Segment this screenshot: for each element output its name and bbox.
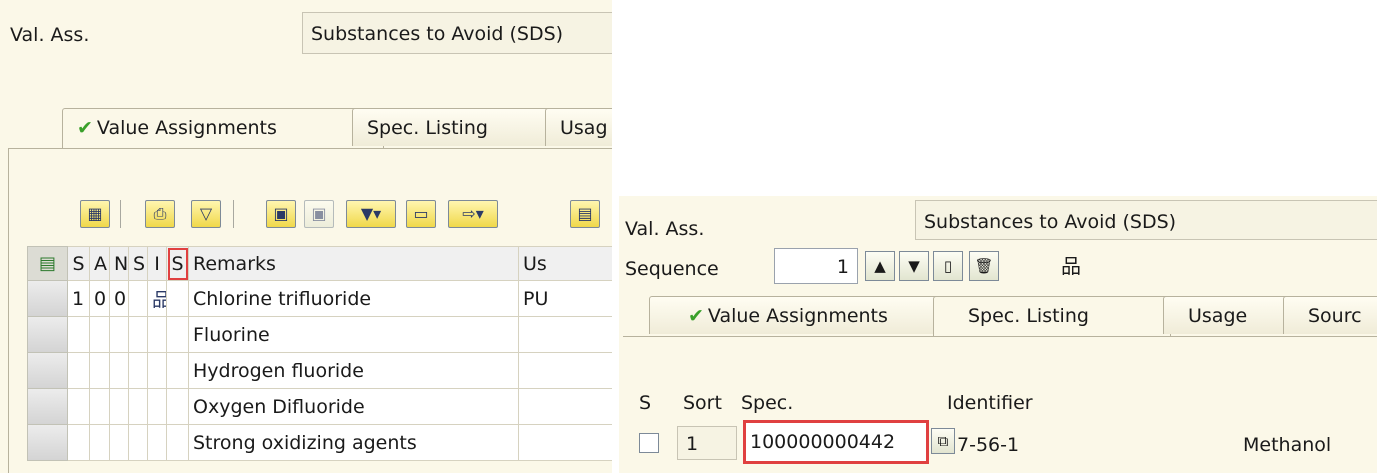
sequence-label: Sequence xyxy=(625,258,719,280)
left-panel: Val. Ass. Substances to Avoid (SDS) ✔ Val… xyxy=(0,0,612,473)
tab-source[interactable]: Sourc xyxy=(1283,296,1377,334)
row-selector[interactable] xyxy=(27,280,68,317)
new-entry-icon[interactable]: ▯ xyxy=(933,251,963,281)
layout-icon[interactable]: ▤ xyxy=(570,200,600,228)
col-s[interactable]: S xyxy=(67,246,90,281)
identifier-value: 7-56-1 xyxy=(957,434,1020,456)
col-a[interactable]: A xyxy=(89,246,110,281)
tab-value-assignments[interactable]: ✔ Value Assignments xyxy=(649,296,949,334)
arrow-up-icon[interactable]: ▲ xyxy=(865,251,895,281)
remarks-table: ▤ S A N S I S Remarks Us 1 0 0 品 Chlorin… xyxy=(27,246,612,461)
header-s: S xyxy=(639,392,652,414)
col-usage[interactable]: Us xyxy=(518,246,612,281)
val-ass-label: Val. Ass. xyxy=(10,24,90,46)
select-all-icon[interactable]: ▤ xyxy=(27,246,68,281)
spec-field[interactable]: 100000000442 xyxy=(743,420,929,464)
cell-remark: Chlorine trifluoride xyxy=(188,280,519,317)
cell-usage: PU xyxy=(518,280,612,317)
table-row: Strong oxidizing agents xyxy=(27,424,612,461)
filter-funnel-icon[interactable]: ▽ xyxy=(191,200,221,228)
export-icon[interactable]: ⇨▾ xyxy=(448,200,498,228)
print-icon[interactable]: ⎙ xyxy=(145,200,175,228)
row-selector[interactable] xyxy=(27,352,68,389)
tab-strip: ✔ Value Assignments Spec. Listing Usag xyxy=(40,108,612,148)
name-value: Methanol xyxy=(1243,434,1332,456)
row-selector[interactable] xyxy=(27,316,68,353)
checkmark-icon: ✔ xyxy=(77,117,93,139)
col-i[interactable]: I xyxy=(147,246,167,281)
select-checkbox[interactable] xyxy=(639,433,659,453)
row-selector[interactable] xyxy=(27,424,68,461)
header-identifier: Identifier xyxy=(947,392,1033,414)
cell-n: 0 xyxy=(109,280,129,317)
details-icon[interactable]: ▦ xyxy=(80,200,110,228)
find-next-icon[interactable]: ▣ xyxy=(304,200,334,228)
tab-strip: ✔ Value Assignments Spec. Listing Usage S… xyxy=(649,296,1377,336)
header-sort: Sort xyxy=(683,392,722,414)
table-row: Hydrogen fluoride xyxy=(27,352,612,389)
table-header: ▤ S A N S I S Remarks Us xyxy=(27,246,612,281)
val-ass-field[interactable]: Substances to Avoid (SDS) xyxy=(915,200,1377,240)
val-ass-label: Val. Ass. xyxy=(625,218,705,240)
cell-remark: Fluorine xyxy=(188,316,519,353)
tab-value-assignments[interactable]: ✔ Value Assignments xyxy=(62,108,384,148)
table-row: 1 0 0 品 Chlorine trifluoride PU xyxy=(27,280,612,317)
checkmark-icon: ✔ xyxy=(688,305,704,327)
cell-remark: Oxygen Difluoride xyxy=(188,388,519,425)
sort-field[interactable]: 1 xyxy=(677,426,737,460)
sequence-input[interactable]: 1 xyxy=(774,248,858,284)
right-panel: Val. Ass. Substances to Avoid (SDS) Sequ… xyxy=(619,196,1377,473)
hierarchy-icon[interactable]: 品 xyxy=(1061,250,1081,279)
header-spec: Spec. xyxy=(741,392,794,414)
col-s2[interactable]: S xyxy=(128,246,148,281)
col-s3[interactable]: S xyxy=(166,246,189,281)
val-ass-field[interactable]: Substances to Avoid (SDS) xyxy=(302,12,612,54)
tab-usage[interactable]: Usag xyxy=(545,108,612,146)
find-icon[interactable]: ▣ xyxy=(266,200,296,228)
arrow-down-icon[interactable]: ▼ xyxy=(899,251,929,281)
tab-spec-listing[interactable]: Spec. Listing xyxy=(352,108,552,146)
tab-spec-listing[interactable]: Spec. Listing xyxy=(933,296,1171,336)
tab-usage[interactable]: Usage xyxy=(1163,296,1289,334)
cell-a: 0 xyxy=(89,280,110,317)
cell-remark: Strong oxidizing agents xyxy=(188,424,519,461)
cell-remark: Hydrogen fluoride xyxy=(188,352,519,389)
cell-s: 1 xyxy=(67,280,90,317)
col-remarks[interactable]: Remarks xyxy=(188,246,519,281)
table-row: Fluorine xyxy=(27,316,612,353)
print-preview-icon[interactable]: ▭ xyxy=(406,200,436,228)
hierarchy-icon[interactable]: 品 xyxy=(147,280,167,317)
col-n[interactable]: N xyxy=(109,246,129,281)
cell-s3 xyxy=(166,280,189,317)
table-row: Oxygen Difluoride xyxy=(27,388,612,425)
row-selector[interactable] xyxy=(27,388,68,425)
cell-s2 xyxy=(128,280,148,317)
copy-icon[interactable]: ⧉ xyxy=(931,428,955,454)
delete-icon[interactable]: 🗑 xyxy=(969,251,999,281)
set-filter-icon[interactable]: ▼▾ xyxy=(346,200,396,228)
